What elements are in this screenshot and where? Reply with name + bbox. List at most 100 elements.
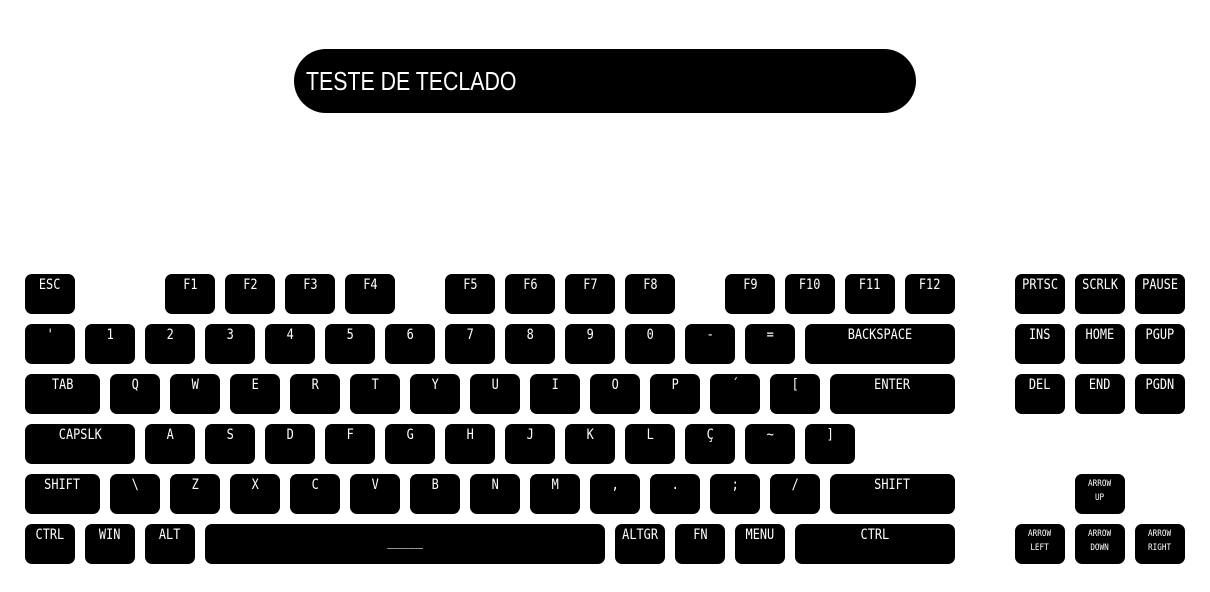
key-home[interactable]: HOME (1075, 324, 1125, 364)
key-f7[interactable]: F7 (565, 274, 615, 314)
key-f12[interactable]: F12 (905, 274, 955, 314)
key-label: I (551, 377, 559, 393)
key-r[interactable]: R (290, 374, 340, 414)
key-l[interactable]: L (625, 424, 675, 464)
key-3[interactable]: 3 (205, 324, 255, 364)
key-arrow-up[interactable]: ARROW UP (1075, 474, 1125, 514)
key-label: ARROW RIGHT (1148, 529, 1172, 553)
key-left-bracket[interactable]: [ (770, 374, 820, 414)
key-f5[interactable]: F5 (445, 274, 495, 314)
key-shift-right[interactable]: SHIFT (830, 474, 955, 514)
key-arrow-down[interactable]: ARROW DOWN (1075, 524, 1125, 564)
key-j[interactable]: J (505, 424, 555, 464)
key-f2[interactable]: F2 (225, 274, 275, 314)
key-label: INS (1029, 327, 1051, 343)
key-e[interactable]: E (230, 374, 280, 414)
key-1[interactable]: 1 (85, 324, 135, 364)
key-i[interactable]: I (530, 374, 580, 414)
key-a[interactable]: A (145, 424, 195, 464)
key-win[interactable]: WIN (85, 524, 135, 564)
key-4[interactable]: 4 (265, 324, 315, 364)
key-fn[interactable]: FN (675, 524, 725, 564)
key-label: M (551, 477, 559, 493)
key-ctrl-right[interactable]: CTRL (795, 524, 955, 564)
key-g[interactable]: G (385, 424, 435, 464)
key-label: SHIFT (874, 477, 911, 493)
key-f8[interactable]: F8 (625, 274, 675, 314)
key-backslash[interactable]: \ (110, 474, 160, 514)
key-tab[interactable]: TAB (25, 374, 100, 414)
key-end[interactable]: END (1075, 374, 1125, 414)
key-q[interactable]: Q (110, 374, 160, 414)
key-f10[interactable]: F10 (785, 274, 835, 314)
key-n[interactable]: N (470, 474, 520, 514)
key-label: 9 (586, 327, 594, 343)
key-v[interactable]: V (350, 474, 400, 514)
keyboard-test-title: TESTE DE TECLADO (294, 49, 916, 113)
key-5[interactable]: 5 (325, 324, 375, 364)
key-label: Y (431, 377, 439, 393)
key-minus[interactable]: - (685, 324, 735, 364)
key-slash[interactable]: / (770, 474, 820, 514)
key-menu[interactable]: MENU (735, 524, 785, 564)
key-6[interactable]: 6 (385, 324, 435, 364)
key-w[interactable]: W (170, 374, 220, 414)
key-prtsc[interactable]: PRTSC (1015, 274, 1065, 314)
key-label: HOME (1085, 327, 1115, 343)
key-m[interactable]: M (530, 474, 580, 514)
key-pgup[interactable]: PGUP (1135, 324, 1185, 364)
key-acute[interactable]: ´ (710, 374, 760, 414)
key-semicolon[interactable]: ; (710, 474, 760, 514)
key-ctrl-left[interactable]: CTRL (25, 524, 75, 564)
key-c-cedilla[interactable]: Ç (685, 424, 735, 464)
key-period[interactable]: . (650, 474, 700, 514)
key-label: ] (826, 427, 834, 443)
key-9[interactable]: 9 (565, 324, 615, 364)
key-apostrophe[interactable]: ' (25, 324, 75, 364)
key-tilde[interactable]: ~ (745, 424, 795, 464)
key-scrlk[interactable]: SCRLK (1075, 274, 1125, 314)
key-label: K (586, 427, 594, 443)
key-backspace[interactable]: BACKSPACE (805, 324, 955, 364)
key-8[interactable]: 8 (505, 324, 555, 364)
key-2[interactable]: 2 (145, 324, 195, 364)
key-arrow-left[interactable]: ARROW LEFT (1015, 524, 1065, 564)
key-equals[interactable]: = (745, 324, 795, 364)
key-t[interactable]: T (350, 374, 400, 414)
key-capslock[interactable]: CAPSLK (25, 424, 135, 464)
key-p[interactable]: P (650, 374, 700, 414)
key-shift-left[interactable]: SHIFT (25, 474, 100, 514)
key-7[interactable]: 7 (445, 324, 495, 364)
key-z[interactable]: Z (170, 474, 220, 514)
key-0[interactable]: 0 (625, 324, 675, 364)
key-altgr[interactable]: ALTGR (615, 524, 665, 564)
key-f1[interactable]: F1 (165, 274, 215, 314)
key-f[interactable]: F (325, 424, 375, 464)
key-esc[interactable]: ESC (25, 274, 75, 314)
key-f3[interactable]: F3 (285, 274, 335, 314)
key-y[interactable]: Y (410, 374, 460, 414)
key-f11[interactable]: F11 (845, 274, 895, 314)
key-c[interactable]: C (290, 474, 340, 514)
key-enter[interactable]: ENTER (830, 374, 955, 414)
key-ins[interactable]: INS (1015, 324, 1065, 364)
key-f9[interactable]: F9 (725, 274, 775, 314)
key-k[interactable]: K (565, 424, 615, 464)
key-o[interactable]: O (590, 374, 640, 414)
key-alt[interactable]: ALT (145, 524, 195, 564)
key-space[interactable]: _____ (205, 524, 605, 564)
key-x[interactable]: X (230, 474, 280, 514)
key-arrow-right[interactable]: ARROW RIGHT (1135, 524, 1185, 564)
key-right-bracket[interactable]: ] (805, 424, 855, 464)
key-u[interactable]: U (470, 374, 520, 414)
key-d[interactable]: D (265, 424, 315, 464)
key-b[interactable]: B (410, 474, 460, 514)
key-h[interactable]: H (445, 424, 495, 464)
key-pause[interactable]: PAUSE (1135, 274, 1185, 314)
key-pgdn[interactable]: PGDN (1135, 374, 1185, 414)
key-s[interactable]: S (205, 424, 255, 464)
key-f4[interactable]: F4 (345, 274, 395, 314)
key-comma[interactable]: , (590, 474, 640, 514)
key-f6[interactable]: F6 (505, 274, 555, 314)
key-del[interactable]: DEL (1015, 374, 1065, 414)
